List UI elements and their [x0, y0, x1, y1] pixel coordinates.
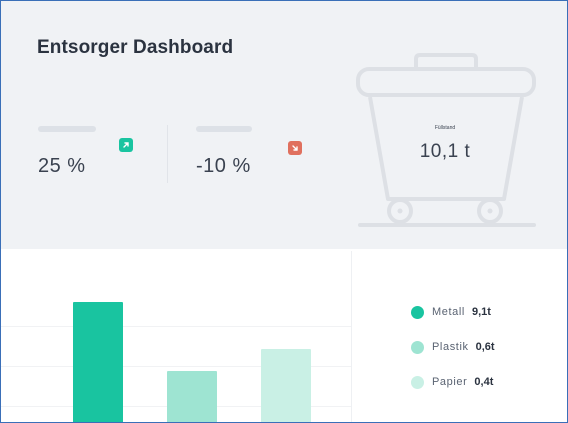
legend-name: Metall [432, 306, 465, 318]
fill-level-value: 10,1 t [419, 141, 471, 162]
legend-dot [411, 305, 424, 319]
bar-metall [73, 302, 123, 422]
summary-panel: Entsorger Dashboard 25 % -10 % Füllstand… [1, 1, 567, 249]
legend-dot [411, 375, 424, 389]
page-title: Entsorger Dashboard [37, 37, 234, 58]
legend-item-plastik: Plastik 0,6t [411, 339, 495, 355]
chart-legend-divider [351, 251, 352, 422]
legend-name: Papier [432, 376, 468, 388]
legend-dot [411, 340, 424, 354]
kpi-label-placeholder [38, 126, 96, 132]
legend-name: Plastik [432, 341, 469, 353]
kpi-value-increase: 25 % [38, 155, 86, 177]
legend-value: 9,1t [471, 306, 491, 318]
kpi-divider [167, 125, 168, 183]
kpi-value-decrease: -10 % [196, 155, 251, 177]
legend-value: 0,4t [474, 376, 494, 388]
legend-item-papier: Papier 0,4t [411, 374, 493, 390]
arrow-down-right-icon [288, 141, 302, 155]
legend-item-metall: Metall 9,1t [411, 304, 491, 320]
bar-plastik [167, 371, 217, 422]
dashboard-frame: Entsorger Dashboard 25 % -10 % Füllstand… [0, 0, 568, 423]
bar-papier [261, 349, 311, 422]
kpi-label-placeholder [196, 126, 252, 132]
fill-level-label: Füllstand [434, 125, 456, 131]
chart-gridline [1, 326, 351, 327]
legend-value: 0,6t [475, 341, 495, 353]
arrow-up-right-icon [119, 138, 133, 152]
